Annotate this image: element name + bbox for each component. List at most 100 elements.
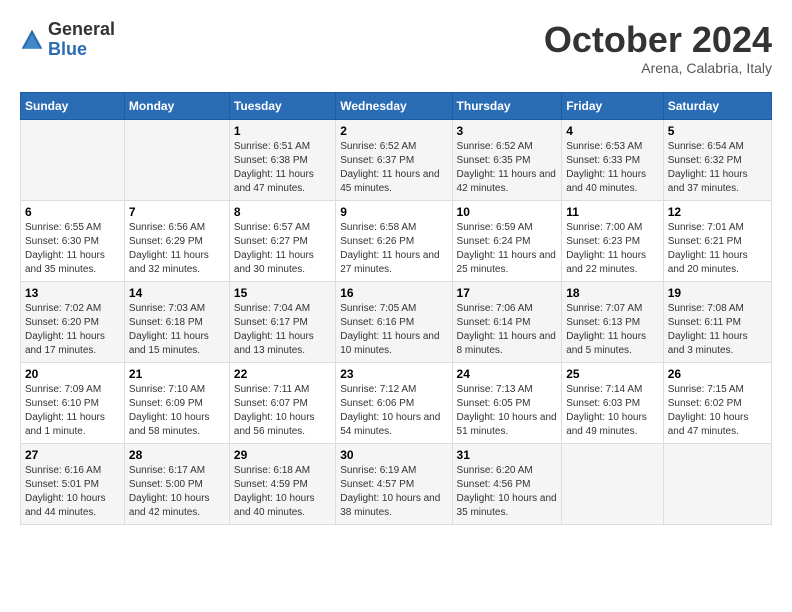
calendar-table: SundayMondayTuesdayWednesdayThursdayFrid…	[20, 92, 772, 525]
day-number: 4	[566, 124, 659, 138]
day-number: 17	[457, 286, 558, 300]
day-cell: 2 Sunrise: 6:52 AM Sunset: 6:37 PM Daylig…	[336, 119, 452, 200]
day-cell: 5 Sunrise: 6:54 AM Sunset: 6:32 PM Daylig…	[663, 119, 771, 200]
column-header-thursday: Thursday	[452, 92, 562, 119]
day-cell: 31Sunrise: 6:20 AM Sunset: 4:56 PM Dayli…	[452, 443, 562, 524]
day-info: Sunrise: 7:13 AM Sunset: 6:05 PM Dayligh…	[457, 383, 558, 439]
day-number: 24	[457, 367, 558, 381]
day-number: 15	[234, 286, 331, 300]
day-cell: 14 Sunrise: 7:03 AM Sunset: 6:18 PM Dayli…	[124, 281, 229, 362]
day-info: Sunrise: 7:09 AM Sunset: 6:10 PM Dayligh…	[25, 383, 120, 439]
day-cell: 30 Sunrise: 6:19 AM Sunset: 4:57 PM Dayli…	[336, 443, 452, 524]
day-info: Sunrise: 6:57 AM Sunset: 6:27 PM Dayligh…	[234, 221, 331, 277]
day-cell	[21, 119, 125, 200]
day-number: 22	[234, 367, 331, 381]
day-info: Sunrise: 6:51 AM Sunset: 6:38 PM Dayligh…	[234, 140, 331, 196]
week-row-5: 27 Sunrise: 6:16 AM Sunset: 5:01 PM Dayli…	[21, 443, 772, 524]
day-cell	[663, 443, 771, 524]
day-cell: 27 Sunrise: 6:16 AM Sunset: 5:01 PM Dayli…	[21, 443, 125, 524]
day-info: Sunrise: 7:04 AM Sunset: 6:17 PM Dayligh…	[234, 302, 331, 358]
column-header-monday: Monday	[124, 92, 229, 119]
column-header-wednesday: Wednesday	[336, 92, 452, 119]
location-subtitle: Arena, Calabria, Italy	[544, 60, 772, 76]
day-info: Sunrise: 6:52 AM Sunset: 6:35 PM Dayligh…	[457, 140, 558, 196]
day-number: 20	[25, 367, 120, 381]
day-number: 13	[25, 286, 120, 300]
day-number: 28	[129, 448, 225, 462]
day-cell: 4 Sunrise: 6:53 AM Sunset: 6:33 PM Daylig…	[562, 119, 664, 200]
day-cell: 19Sunrise: 7:08 AM Sunset: 6:11 PM Dayli…	[663, 281, 771, 362]
day-info: Sunrise: 7:12 AM Sunset: 6:06 PM Dayligh…	[340, 383, 447, 439]
day-number: 11	[566, 205, 659, 219]
logo-general: General	[48, 19, 115, 39]
column-header-tuesday: Tuesday	[229, 92, 335, 119]
day-cell: 17Sunrise: 7:06 AM Sunset: 6:14 PM Dayli…	[452, 281, 562, 362]
week-row-2: 6 Sunrise: 6:55 AM Sunset: 6:30 PM Daylig…	[21, 200, 772, 281]
day-info: Sunrise: 7:05 AM Sunset: 6:16 PM Dayligh…	[340, 302, 447, 358]
day-info: Sunrise: 6:55 AM Sunset: 6:30 PM Dayligh…	[25, 221, 120, 277]
day-cell: 7 Sunrise: 6:56 AM Sunset: 6:29 PM Daylig…	[124, 200, 229, 281]
day-cell: 13 Sunrise: 7:02 AM Sunset: 6:20 PM Dayli…	[21, 281, 125, 362]
day-number: 23	[340, 367, 447, 381]
day-number: 1	[234, 124, 331, 138]
day-cell	[124, 119, 229, 200]
day-cell: 23 Sunrise: 7:12 AM Sunset: 6:06 PM Dayli…	[336, 362, 452, 443]
day-cell: 22 Sunrise: 7:11 AM Sunset: 6:07 PM Dayli…	[229, 362, 335, 443]
week-row-4: 20 Sunrise: 7:09 AM Sunset: 6:10 PM Dayli…	[21, 362, 772, 443]
logo-text: General Blue	[48, 20, 115, 60]
day-info: Sunrise: 6:18 AM Sunset: 4:59 PM Dayligh…	[234, 464, 331, 520]
column-header-friday: Friday	[562, 92, 664, 119]
day-number: 10	[457, 205, 558, 219]
page-header: General Blue October 2024 Arena, Calabri…	[20, 20, 772, 76]
day-cell: 26 Sunrise: 7:15 AM Sunset: 6:02 PM Dayli…	[663, 362, 771, 443]
day-cell: 16Sunrise: 7:05 AM Sunset: 6:16 PM Dayli…	[336, 281, 452, 362]
day-info: Sunrise: 7:15 AM Sunset: 6:02 PM Dayligh…	[668, 383, 767, 439]
day-info: Sunrise: 7:10 AM Sunset: 6:09 PM Dayligh…	[129, 383, 225, 439]
day-info: Sunrise: 7:02 AM Sunset: 6:20 PM Dayligh…	[25, 302, 120, 358]
day-number: 27	[25, 448, 120, 462]
day-info: Sunrise: 6:19 AM Sunset: 4:57 PM Dayligh…	[340, 464, 447, 520]
day-info: Sunrise: 7:01 AM Sunset: 6:21 PM Dayligh…	[668, 221, 767, 277]
day-info: Sunrise: 6:52 AM Sunset: 6:37 PM Dayligh…	[340, 140, 447, 196]
day-number: 5	[668, 124, 767, 138]
day-number: 30	[340, 448, 447, 462]
day-cell: 10Sunrise: 6:59 AM Sunset: 6:24 PM Dayli…	[452, 200, 562, 281]
day-number: 26	[668, 367, 767, 381]
day-number: 12	[668, 205, 767, 219]
day-number: 6	[25, 205, 120, 219]
day-cell	[562, 443, 664, 524]
day-info: Sunrise: 6:56 AM Sunset: 6:29 PM Dayligh…	[129, 221, 225, 277]
day-cell: 29Sunrise: 6:18 AM Sunset: 4:59 PM Dayli…	[229, 443, 335, 524]
day-cell: 15 Sunrise: 7:04 AM Sunset: 6:17 PM Dayli…	[229, 281, 335, 362]
day-cell: 3 Sunrise: 6:52 AM Sunset: 6:35 PM Daylig…	[452, 119, 562, 200]
day-cell: 6 Sunrise: 6:55 AM Sunset: 6:30 PM Daylig…	[21, 200, 125, 281]
day-number: 14	[129, 286, 225, 300]
day-info: Sunrise: 6:17 AM Sunset: 5:00 PM Dayligh…	[129, 464, 225, 520]
day-info: Sunrise: 6:53 AM Sunset: 6:33 PM Dayligh…	[566, 140, 659, 196]
day-cell: 18Sunrise: 7:07 AM Sunset: 6:13 PM Dayli…	[562, 281, 664, 362]
column-header-sunday: Sunday	[21, 92, 125, 119]
day-cell: 11Sunrise: 7:00 AM Sunset: 6:23 PM Dayli…	[562, 200, 664, 281]
day-number: 25	[566, 367, 659, 381]
day-info: Sunrise: 7:07 AM Sunset: 6:13 PM Dayligh…	[566, 302, 659, 358]
day-info: Sunrise: 7:11 AM Sunset: 6:07 PM Dayligh…	[234, 383, 331, 439]
week-row-1: 1 Sunrise: 6:51 AM Sunset: 6:38 PM Daylig…	[21, 119, 772, 200]
day-cell: 8Sunrise: 6:57 AM Sunset: 6:27 PM Daylig…	[229, 200, 335, 281]
day-number: 21	[129, 367, 225, 381]
month-title: October 2024	[544, 20, 772, 60]
day-number: 2	[340, 124, 447, 138]
day-cell: 28 Sunrise: 6:17 AM Sunset: 5:00 PM Dayli…	[124, 443, 229, 524]
day-number: 7	[129, 205, 225, 219]
day-cell: 24 Sunrise: 7:13 AM Sunset: 6:05 PM Dayli…	[452, 362, 562, 443]
column-header-saturday: Saturday	[663, 92, 771, 119]
day-info: Sunrise: 7:03 AM Sunset: 6:18 PM Dayligh…	[129, 302, 225, 358]
day-cell: 1 Sunrise: 6:51 AM Sunset: 6:38 PM Daylig…	[229, 119, 335, 200]
day-info: Sunrise: 6:54 AM Sunset: 6:32 PM Dayligh…	[668, 140, 767, 196]
week-row-3: 13 Sunrise: 7:02 AM Sunset: 6:20 PM Dayli…	[21, 281, 772, 362]
title-block: October 2024 Arena, Calabria, Italy	[544, 20, 772, 76]
day-info: Sunrise: 6:16 AM Sunset: 5:01 PM Dayligh…	[25, 464, 120, 520]
day-number: 3	[457, 124, 558, 138]
day-number: 9	[340, 205, 447, 219]
day-cell: 25 Sunrise: 7:14 AM Sunset: 6:03 PM Dayli…	[562, 362, 664, 443]
day-info: Sunrise: 7:14 AM Sunset: 6:03 PM Dayligh…	[566, 383, 659, 439]
